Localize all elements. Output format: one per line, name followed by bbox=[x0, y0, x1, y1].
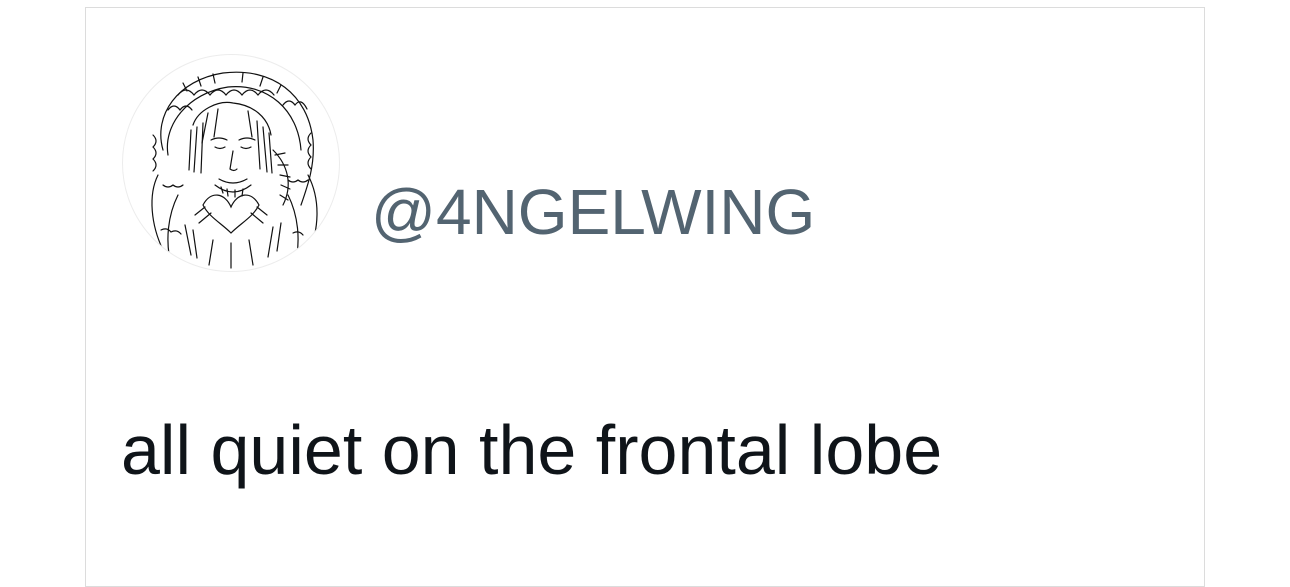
user-handle[interactable]: @4NGELWING bbox=[371, 176, 815, 248]
tweet-text: all quiet on the frontal lobe bbox=[121, 411, 943, 489]
tweet-card: @4NGELWING all quiet on the frontal lobe bbox=[85, 7, 1205, 587]
sketch-portrait-icon bbox=[151, 71, 318, 269]
avatar[interactable] bbox=[122, 54, 340, 272]
